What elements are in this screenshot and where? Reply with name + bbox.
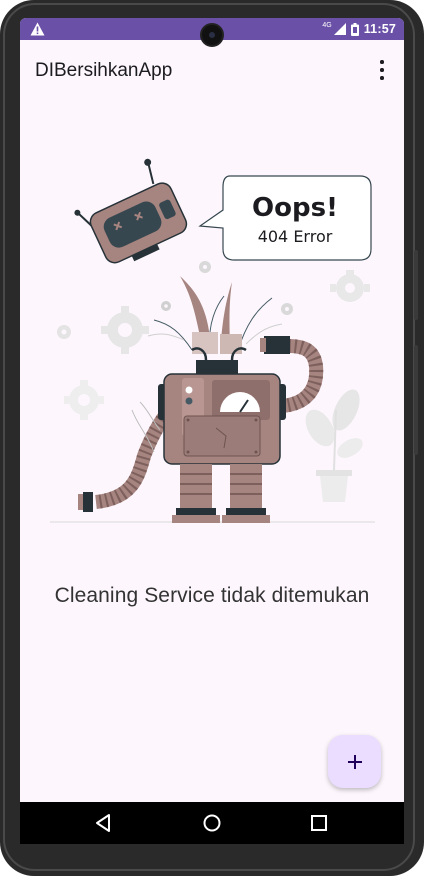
system-navigation-bar (20, 802, 404, 844)
gear-icon (64, 380, 104, 420)
add-button[interactable] (328, 735, 381, 788)
top-app-bar: DIBersihkanApp (20, 40, 404, 100)
speech-bubble: Oops! 404 Error (198, 175, 372, 261)
gear-icon (161, 301, 171, 311)
robot-left-arm (78, 401, 176, 512)
robot-legs (172, 464, 270, 523)
more-vert-icon[interactable] (372, 60, 392, 80)
gear-icon (281, 303, 293, 315)
power-button (414, 250, 418, 320)
gear-icon (199, 261, 211, 273)
signal-icon (333, 23, 346, 35)
front-camera (200, 23, 224, 47)
recents-icon[interactable] (308, 812, 330, 834)
gear-icon (57, 325, 71, 339)
battery-icon (350, 22, 359, 36)
warning-icon (30, 22, 45, 36)
network-type: 4G (322, 21, 332, 29)
phone-screen: 4G 11:57 DIBersihkanApp Oops! 404 Error … (20, 18, 404, 844)
app-title: DIBersihkanApp (35, 60, 173, 81)
status-indicators: 4G 11:57 (322, 21, 396, 37)
back-icon[interactable] (93, 812, 115, 834)
error-illustration: Oops! 404 Error (50, 158, 375, 523)
device-frame: 4G 11:57 DIBersihkanApp Oops! 404 Error … (0, 0, 424, 876)
status-time: 11:57 (363, 22, 396, 36)
bubble-title: Oops! (252, 193, 338, 223)
volume-button (414, 345, 418, 455)
robot-head (74, 158, 188, 264)
add-icon (347, 754, 362, 769)
robot-body (158, 347, 286, 465)
bubble-subtitle: 404 Error (258, 227, 333, 246)
gear-icon (330, 270, 370, 302)
gear-icon (101, 306, 149, 354)
home-icon[interactable] (201, 812, 223, 834)
empty-state-message: Cleaning Service tidak ditemukan (54, 584, 370, 607)
